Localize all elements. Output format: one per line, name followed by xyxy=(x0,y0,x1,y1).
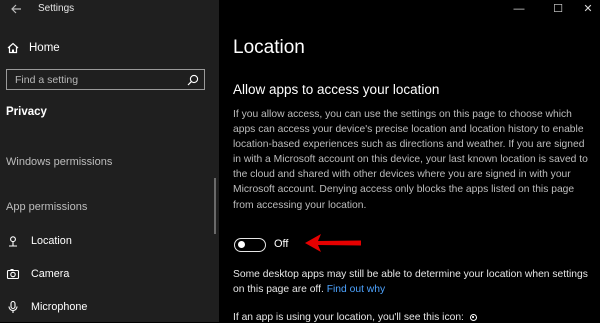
toggle-state-label: Off xyxy=(274,238,289,250)
description-text: If you allow access, you can use the set… xyxy=(233,109,588,211)
minimize-icon[interactable]: — xyxy=(512,2,526,16)
note-text: Some desktop apps may still be able to d… xyxy=(233,269,588,296)
app-title: Settings xyxy=(38,3,75,14)
find-out-why-link[interactable]: Find out why xyxy=(327,284,385,295)
location-icon-note: If an app is using your location, you'll… xyxy=(233,312,477,323)
maximize-icon[interactable]: ☐ xyxy=(551,2,565,16)
sidebar: Settings Home Find a setting Privacy Win… xyxy=(0,0,219,322)
home-icon xyxy=(6,41,20,55)
section-title-privacy: Privacy xyxy=(6,106,47,118)
close-icon[interactable]: ✕ xyxy=(581,2,595,16)
desktop-apps-note: Some desktop apps may still be able to d… xyxy=(233,267,593,297)
sidebar-item-label: Camera xyxy=(31,268,70,280)
camera-icon xyxy=(6,267,20,281)
group-heading-app-permissions: App permissions xyxy=(6,201,88,213)
back-arrow-icon[interactable] xyxy=(9,2,23,16)
sidebar-item-microphone[interactable]: Microphone xyxy=(6,298,87,316)
sidebar-item-label: Location xyxy=(31,235,72,247)
section-heading: Allow apps to access your location xyxy=(233,82,440,97)
sidebar-item-location[interactable]: Location xyxy=(6,232,72,250)
search-input[interactable]: Find a setting xyxy=(6,69,205,90)
main-content: — ☐ ✕ Location Allow apps to access your… xyxy=(219,0,600,323)
sidebar-item-home[interactable]: Home xyxy=(6,39,60,57)
sidebar-item-camera[interactable]: Camera xyxy=(6,265,69,283)
group-heading-windows-permissions: Windows permissions xyxy=(6,156,113,168)
search-icon[interactable] xyxy=(187,73,199,86)
location-in-use-icon xyxy=(469,313,477,321)
sidebar-item-label: Home xyxy=(29,42,60,54)
microphone-icon xyxy=(6,300,20,314)
location-icon xyxy=(6,234,20,248)
search-placeholder: Find a setting xyxy=(15,74,79,86)
annotation-arrow-icon xyxy=(305,234,361,252)
page-title: Location xyxy=(233,37,305,58)
location-access-toggle[interactable] xyxy=(234,238,266,252)
location-icon-note-text: If an app is using your location, you'll… xyxy=(233,312,464,323)
toggle-knob xyxy=(238,241,245,249)
sidebar-scrollbar[interactable] xyxy=(214,178,216,234)
sidebar-item-label: Microphone xyxy=(31,301,88,313)
